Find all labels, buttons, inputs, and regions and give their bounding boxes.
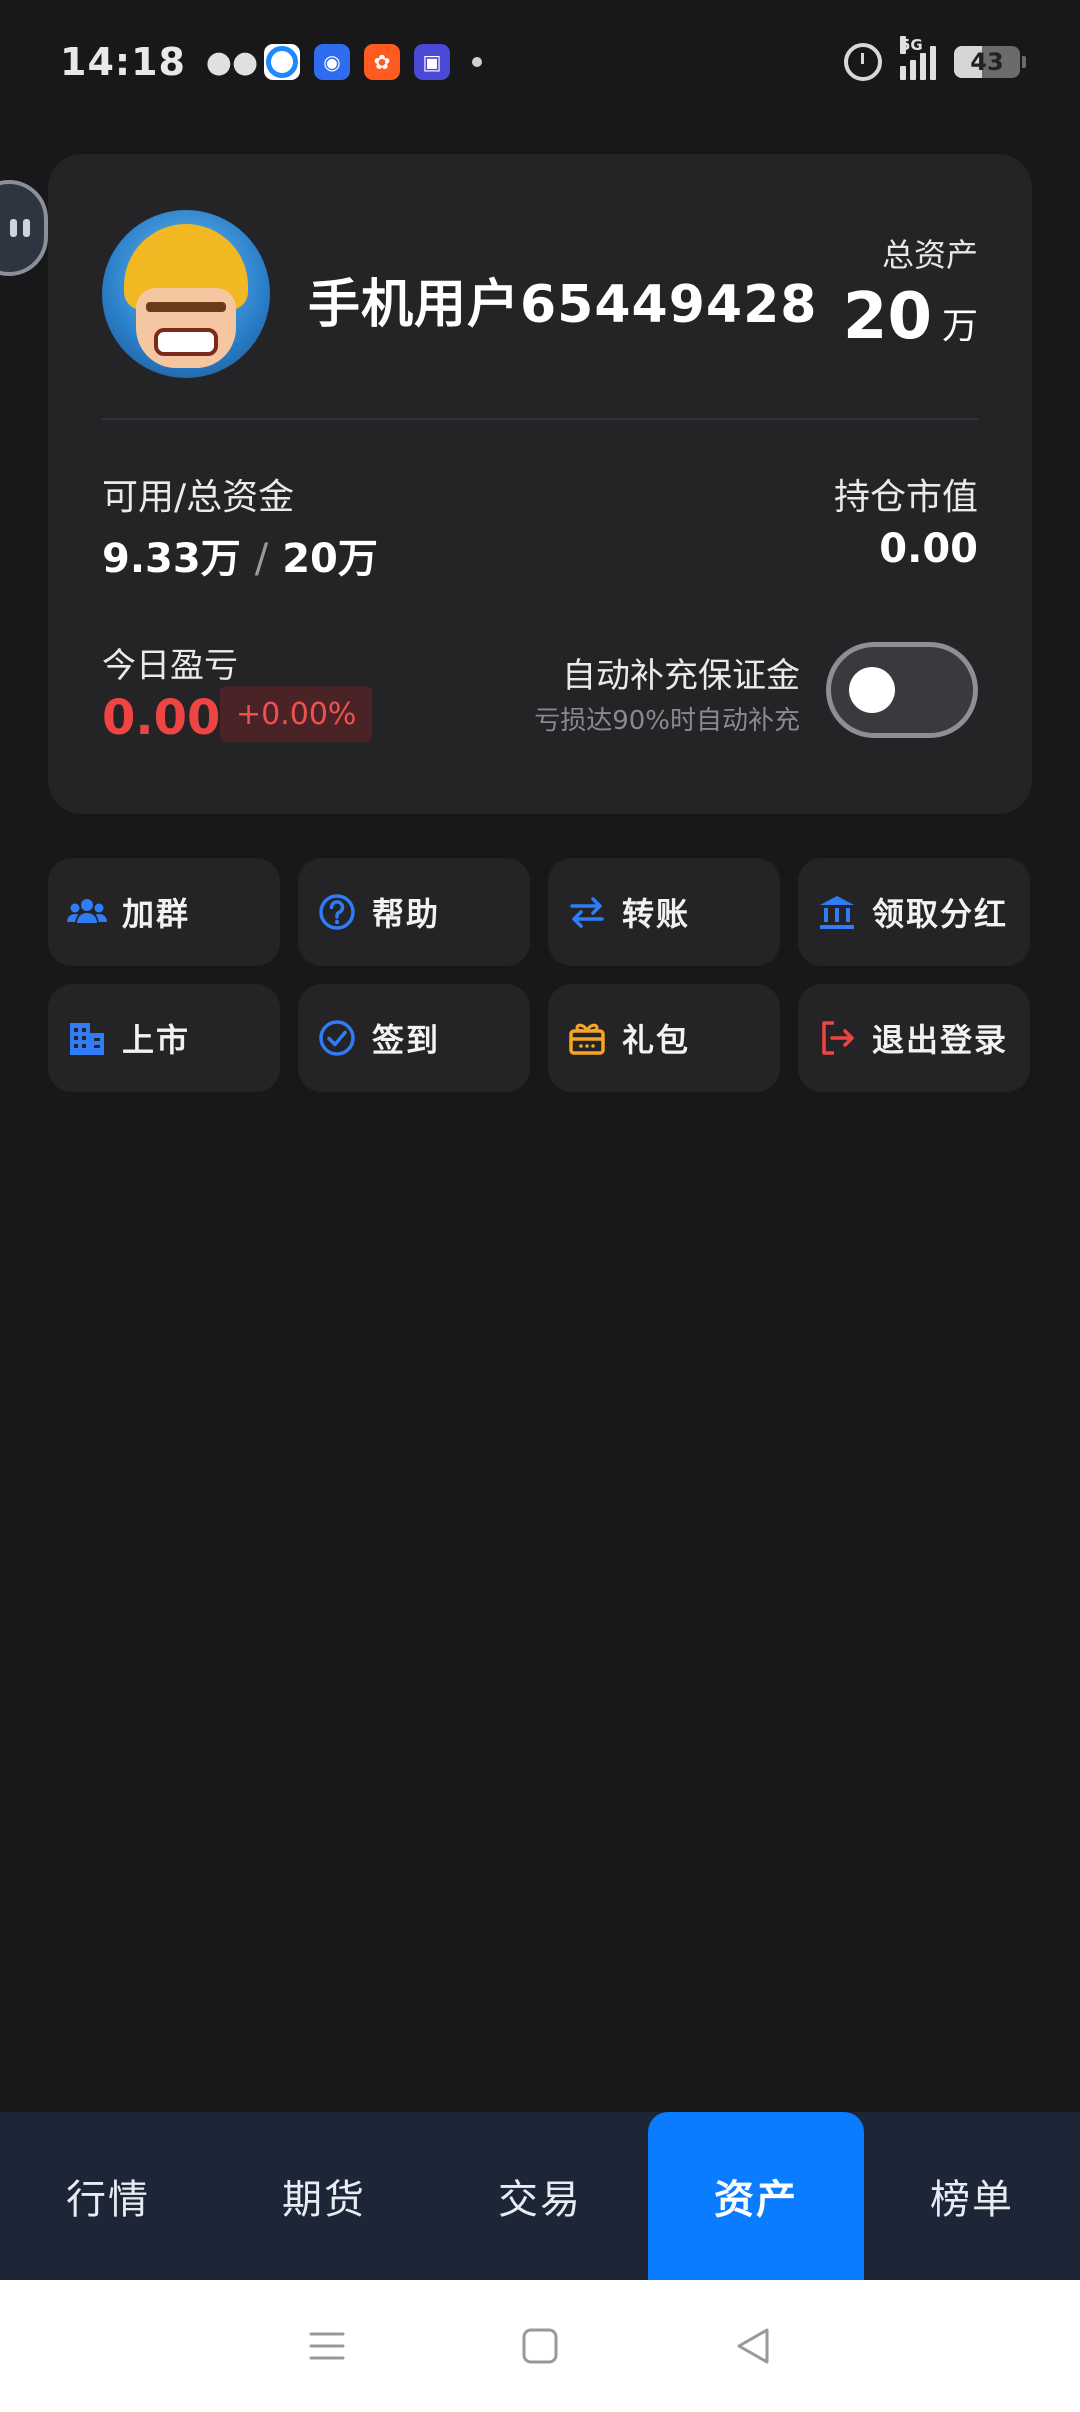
shortcut-grid: 加群 帮助 转账 领取分红 上市 签到 礼包 退出登录 [48,858,1032,1092]
shortcut-label: 退出登录 [872,1021,1009,1059]
available-funds: 9.33万 [102,536,241,582]
today-pnl-label: 今日盈亏 [102,646,238,686]
funds-separator: / [254,536,269,582]
total-funds: 20万 [282,536,378,582]
tab-leaderboard[interactable]: 榜单 [864,2112,1080,2280]
app-notification-icon: ✿ [363,44,400,80]
total-assets: 20 万 [843,280,978,354]
recent-apps-icon[interactable] [297,2316,357,2376]
card-divider [102,418,978,420]
status-indicators: 5G 43 [844,36,1026,81]
claim-dividend-button[interactable]: 领取分红 [798,858,1030,966]
help-button[interactable]: 帮助 [298,858,530,966]
wechat-icon: ●● [205,44,259,80]
avatar[interactable] [102,210,270,378]
battery-level: 43 [970,48,1004,76]
help-circle-icon [316,891,358,933]
position-value-label: 持仓市值 [833,477,978,518]
floating-assist-button[interactable] [0,180,48,276]
join-group-button[interactable]: 加群 [48,858,280,966]
gift-icon [566,1017,608,1059]
building-icon [66,1017,108,1059]
app-notification-icon: ◉ [313,44,350,80]
today-pnl-value: 0.00 [102,690,221,746]
account-card: 手机用户65449428 总资产 20 万 可用/总资金 9.33万 / 20万… [48,154,1032,814]
available-total-label: 可用/总资金 [102,477,295,518]
avatar-brow [146,302,226,312]
pause-bar-icon [10,219,17,237]
system-navigation-bar [0,2280,1080,2412]
tab-market[interactable]: 行情 [0,2112,216,2280]
avatar-teeth [154,328,218,356]
check-in-button[interactable]: 签到 [298,984,530,1092]
check-circle-icon [316,1017,358,1059]
shortcut-label: 礼包 [622,1021,691,1059]
tab-trade[interactable]: 交易 [432,2112,648,2280]
battery-icon: 43 [954,46,1026,78]
home-icon[interactable] [510,2316,570,2376]
auto-margin-toggle[interactable] [826,642,978,738]
alarm-icon [844,43,882,81]
listing-button[interactable]: 上市 [48,984,280,1092]
tab-assets[interactable]: 资产 [648,2112,864,2280]
tab-futures[interactable]: 期货 [216,2112,432,2280]
shortcut-label: 帮助 [372,895,441,933]
logout-button[interactable]: 退出登录 [798,984,1030,1092]
status-bar: 14:18 ●● ◉ ✿ ▣ 5G 43 [0,0,1080,124]
today-pnl-percent-badge: +0.00% [220,686,373,742]
shortcut-label: 上市 [122,1021,191,1059]
transfer-icon [566,891,608,933]
shortcut-label: 签到 [372,1021,441,1059]
toggle-knob [849,667,895,713]
available-total-value: 9.33万 / 20万 [102,526,378,584]
pause-bar-icon [23,219,30,237]
auto-margin-title: 自动补充保证金 [562,656,800,696]
notification-icons: ●● ◉ ✿ ▣ [205,44,482,80]
app-notification-icon [263,44,300,80]
signal-icon: 5G [900,36,936,80]
status-time: 14:18 [60,40,186,84]
auto-margin-subtitle: 亏损达90%时自动补充 [534,706,800,736]
total-assets-unit: 万 [941,306,978,347]
transfer-button[interactable]: 转账 [548,858,780,966]
back-icon[interactable] [723,2316,783,2376]
gift-pack-button[interactable]: 礼包 [548,984,780,1092]
username: 手机用户65449428 [308,275,818,335]
shortcut-label: 领取分红 [872,895,1009,933]
app-notification-icon: ▣ [413,44,450,80]
logout-icon [816,1017,858,1059]
network-type: 5G [900,36,923,54]
total-assets-value: 20 [842,280,932,354]
more-notifications-dot-icon [471,57,482,67]
total-assets-label: 总资产 [881,236,978,274]
shortcut-label: 加群 [122,895,191,933]
shortcut-label: 转账 [622,895,691,933]
bank-icon [816,891,858,933]
group-icon [66,891,108,933]
position-value: 0.00 [879,526,978,572]
bottom-tab-bar: 行情 期货 交易 资产 榜单 [0,2112,1080,2280]
